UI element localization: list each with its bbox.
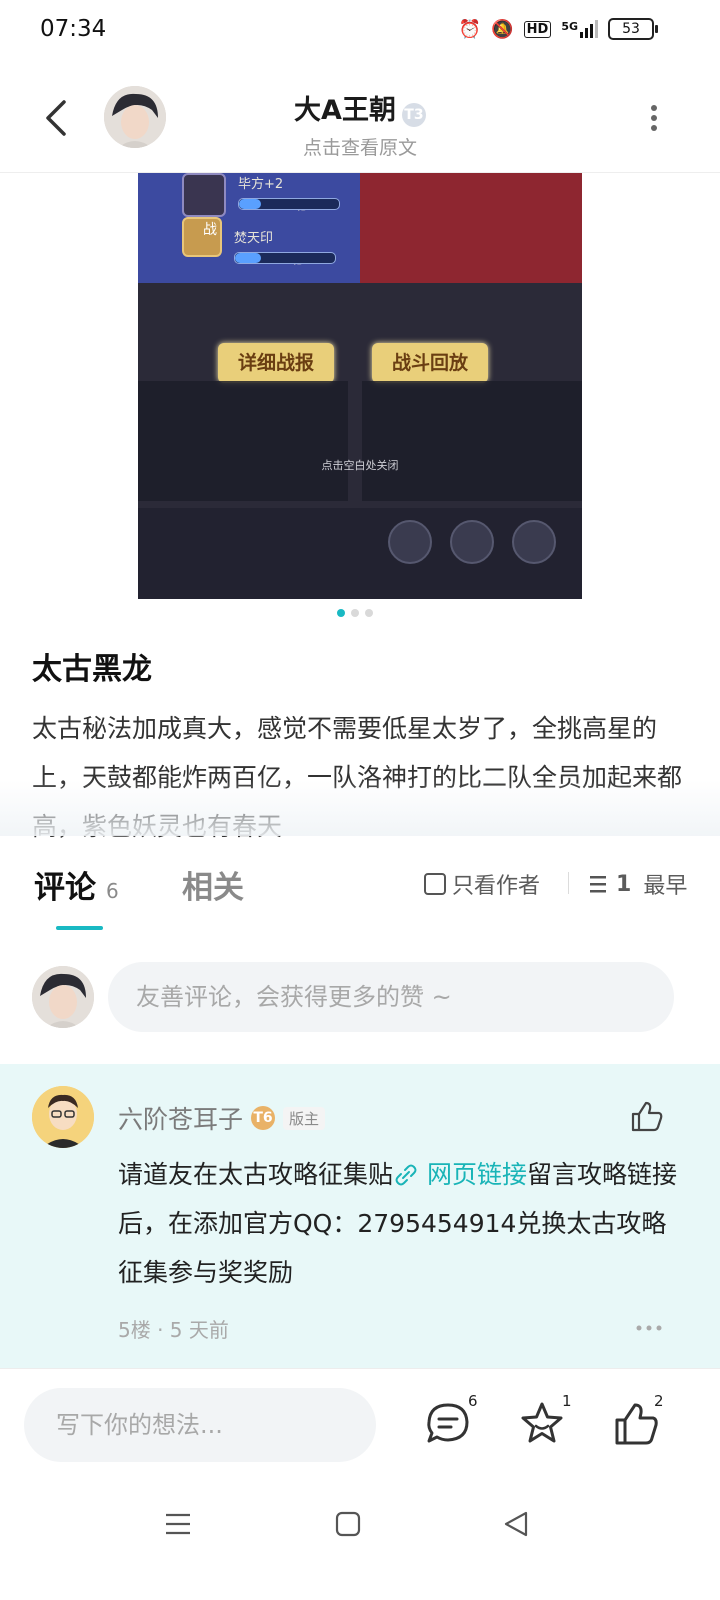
sort-toggle[interactable]: 1 最早: [590, 868, 687, 900]
comment-count: 6: [106, 879, 119, 903]
more-button[interactable]: [648, 104, 660, 134]
image-replay-button: 战斗回放: [372, 343, 488, 383]
seal-icon: 战: [182, 217, 222, 257]
alarm-icon: ⏰: [458, 18, 482, 40]
image-right-panel: [362, 381, 582, 501]
image-red-panel: [360, 173, 582, 283]
image-pager: [337, 609, 373, 617]
battery-icon: 53: [608, 18, 658, 40]
status-icons: ⏰ 🔕 HD 5G 53: [458, 18, 658, 40]
comments-count: 6: [468, 1392, 478, 1410]
commenter-name: 六阶苍耳子: [118, 1105, 244, 1134]
sort-icon-number: 1: [616, 871, 632, 897]
avatar-illustration: [32, 1086, 94, 1148]
active-tab-indicator: [56, 926, 103, 930]
triangle-back-icon: [504, 1511, 528, 1537]
post-fade-overlay: [0, 780, 720, 836]
header-title-block[interactable]: 大A王朝 T3 点击查看原文: [260, 88, 460, 160]
level-badge: T3: [401, 102, 426, 127]
comments-button[interactable]: 6: [424, 1392, 478, 1452]
checkbox-icon: [424, 873, 446, 895]
comment-link-text: 网页链接: [426, 1160, 527, 1189]
image-bottom-strip: [138, 508, 582, 599]
like-button[interactable]: 2: [612, 1392, 664, 1452]
only-author-toggle[interactable]: 只看作者: [424, 868, 540, 900]
author-avatar[interactable]: [104, 86, 166, 148]
tab-comments-label: 评论: [34, 870, 96, 906]
comment-bubble-icon: [427, 1403, 469, 1443]
image-report-button: 详细战报: [218, 343, 334, 383]
network-type-label: 5G: [561, 20, 578, 33]
image-row-2: 战 焚天印 5.474亿: [182, 217, 336, 267]
thumbs-up-icon: [615, 1403, 658, 1445]
comment-input[interactable]: 友善评论，会获得更多的赞 ~: [108, 962, 674, 1032]
post-title: 太古黑龙: [32, 652, 152, 687]
comment-more-button[interactable]: [636, 1318, 662, 1331]
thumbs-up-icon: [631, 1101, 663, 1132]
image-left-panel: [138, 381, 348, 501]
more-vertical-icon: [651, 105, 657, 131]
tab-related[interactable]: 相关: [182, 862, 244, 907]
image-circle-2: [450, 520, 494, 564]
commenter-level-badge: T6: [251, 1106, 276, 1130]
write-thought-input[interactable]: 写下你的想法...: [24, 1388, 376, 1462]
status-time: 07:34: [40, 16, 107, 42]
chevron-left-icon: [46, 100, 66, 136]
row2-name: 焚天印: [234, 231, 274, 246]
nav-home-button[interactable]: [334, 1510, 362, 1542]
row1-bar: [238, 198, 340, 210]
row1-name: 毕方+2: [238, 177, 284, 192]
character-icon: [182, 173, 226, 217]
link-icon: [395, 1164, 417, 1186]
view-original-link[interactable]: 点击查看原文: [260, 133, 460, 160]
nav-menu-button[interactable]: [164, 1510, 192, 1542]
hd-icon: HD: [523, 20, 552, 38]
likes-count: 2: [654, 1392, 664, 1410]
mute-icon: 🔕: [491, 18, 514, 40]
page-title: 大A王朝: [294, 95, 396, 126]
row2-bar: [234, 252, 336, 264]
image-row-1: 毕方+2 4.835亿: [182, 173, 340, 217]
comment-link[interactable]: 网页链接: [393, 1160, 527, 1189]
signal-icon: 5G: [561, 20, 598, 38]
image-circle-1: [388, 520, 432, 564]
back-button[interactable]: [38, 98, 78, 138]
moderator-badge: 版主: [283, 1106, 326, 1130]
my-avatar: [32, 966, 94, 1028]
comment-text: 请道友在太古攻略征集贴 网页链接留言攻略链接后，在添加官方QQ：27954549…: [118, 1150, 678, 1297]
avatar-illustration: [32, 966, 94, 1028]
pager-dot-2: [351, 609, 359, 617]
square-icon: [335, 1511, 361, 1537]
star-icon: [521, 1402, 563, 1443]
comment-meta: 5楼 · 5 天前: [118, 1318, 229, 1342]
favorites-count: 1: [562, 1392, 572, 1410]
signal-bars-icon: [580, 20, 598, 38]
menu-icon: [166, 1513, 190, 1535]
only-author-label: 只看作者: [452, 874, 541, 899]
favorite-button[interactable]: 1: [518, 1392, 572, 1452]
sort-label: 最早: [643, 874, 688, 899]
avatar-illustration: [104, 86, 166, 148]
commenter-avatar[interactable]: [32, 1086, 94, 1148]
pager-dot-3: [365, 609, 373, 617]
more-horizontal-icon: [636, 1325, 662, 1331]
comment-like-button[interactable]: [630, 1100, 664, 1132]
pager-dot-1: [337, 609, 345, 617]
commenter-info[interactable]: 六阶苍耳子 T6 版主: [118, 1100, 326, 1136]
sort-divider: [568, 872, 569, 894]
post-image[interactable]: 毕方+2 4.835亿 战 焚天印 5.474亿 详细战报 战斗回放 点击空白处…: [138, 173, 582, 599]
tab-comments[interactable]: 评论 6: [34, 862, 119, 907]
sort-icon: [590, 876, 606, 893]
nav-back-button[interactable]: [502, 1510, 530, 1542]
image-hint: 点击空白处关闭: [321, 459, 399, 472]
comment-text-before: 请道友在太古攻略征集贴: [118, 1160, 394, 1189]
image-circle-3: [512, 520, 556, 564]
